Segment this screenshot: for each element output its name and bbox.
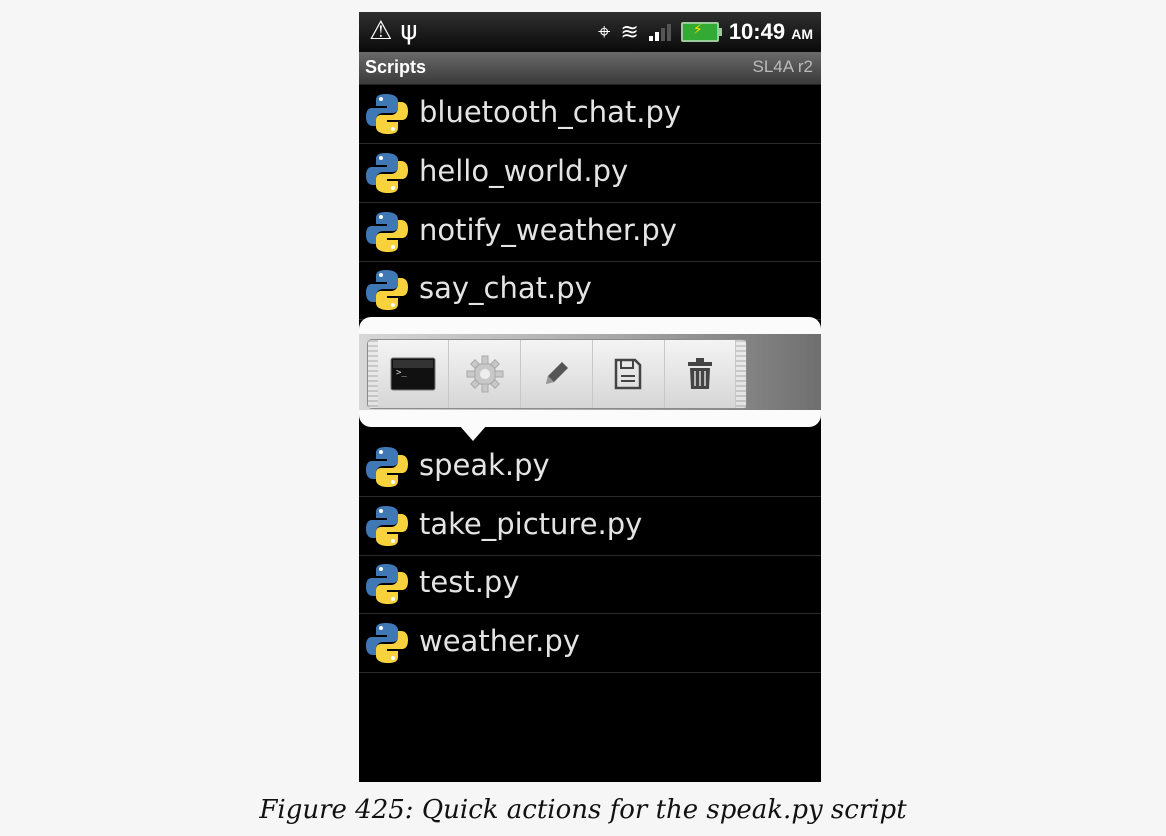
delete-button[interactable] <box>665 340 737 408</box>
script-name: weather.py <box>419 624 580 659</box>
edit-button[interactable] <box>521 340 593 408</box>
script-row[interactable]: hello_world.py <box>359 144 821 203</box>
python-icon <box>366 446 408 487</box>
usb-icon: ψ <box>400 16 418 46</box>
trash-icon <box>687 358 712 389</box>
save-button[interactable] <box>593 340 665 408</box>
toolbar-grip-right <box>736 340 746 408</box>
run-background-button[interactable] <box>449 340 522 408</box>
script-row[interactable]: bluetooth_chat.py <box>359 85 821 144</box>
python-icon <box>366 152 408 193</box>
python-icon <box>366 505 408 546</box>
terminal-icon: >_ <box>390 357 436 391</box>
battery-charging-icon: ⚡ <box>680 22 722 42</box>
script-row[interactable]: notify_weather.py <box>359 203 821 262</box>
script-name: hello_world.py <box>419 153 629 188</box>
script-name: say_chat.py <box>419 271 592 306</box>
script-row[interactable]: take_picture.py <box>359 497 821 556</box>
quick-action-toolbar: >_ <box>367 339 747 409</box>
phone-screen: ⚠ ψ ⌖ ≋ ⚡ 10:49 AM Scripts SL4A r2 blueto… <box>359 12 821 782</box>
quick-action-popup: >_ <box>359 317 821 441</box>
script-name: test.py <box>419 565 520 600</box>
svg-text:>_: >_ <box>396 368 407 378</box>
popup-pointer <box>459 425 487 441</box>
python-icon <box>366 623 408 664</box>
status-bar: ⚠ ψ ⌖ ≋ ⚡ 10:49 AM <box>359 12 821 52</box>
app-title: Scripts <box>365 57 427 77</box>
app-version: SL4A r2 <box>752 57 814 76</box>
python-icon <box>366 270 408 311</box>
signal-bars-icon <box>648 23 671 41</box>
script-name: speak.py <box>419 447 550 482</box>
figure-caption: Figure 425: Quick actions for the speak.… <box>259 795 907 825</box>
script-name: take_picture.py <box>419 506 643 541</box>
script-row[interactable]: test.py <box>359 555 821 615</box>
alert-triangle-icon: ⚠ <box>369 16 393 46</box>
python-icon <box>366 564 408 605</box>
pencil-icon <box>546 362 569 384</box>
script-row[interactable]: weather.py <box>359 614 821 674</box>
save-icon <box>614 358 642 390</box>
script-row[interactable]: speak.py <box>359 438 821 497</box>
run-terminal-button[interactable]: >_ <box>378 340 450 408</box>
python-icon <box>366 211 408 252</box>
toolbar-grip-left <box>368 340 378 408</box>
python-icon <box>366 94 408 134</box>
script-name: notify_weather.py <box>419 212 677 247</box>
title-bar: Scripts SL4A r2 <box>359 52 821 85</box>
clock: 10:49 AM <box>728 19 813 44</box>
script-row[interactable]: say_chat.py <box>359 261 821 321</box>
wifi-icon: ≋ <box>620 19 639 45</box>
gps-icon: ⌖ <box>597 19 611 45</box>
script-name: bluetooth_chat.py <box>419 95 682 129</box>
gear-icon <box>466 355 504 393</box>
